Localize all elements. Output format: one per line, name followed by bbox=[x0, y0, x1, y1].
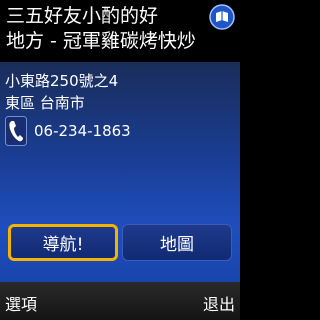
phone-number[interactable]: 06-234-1863 bbox=[34, 122, 131, 140]
address-city: 東區 台南市 bbox=[5, 94, 85, 112]
navigate-button[interactable]: 導航! bbox=[8, 224, 118, 261]
phone-row[interactable]: 06-234-1863 bbox=[5, 116, 185, 148]
compass-globe-icon[interactable] bbox=[209, 4, 235, 30]
poi-details-panel: 小東路250號之4 東區 台南市 06-234-1863 導航! 地圖 bbox=[0, 62, 240, 282]
options-softkey[interactable]: 選項 bbox=[5, 291, 37, 315]
address-street: 小東路250號之4 bbox=[5, 72, 119, 90]
softkey-bar: 選項 退出 bbox=[0, 282, 240, 320]
exit-softkey[interactable]: 退出 bbox=[203, 291, 235, 315]
map-button-label: 地圖 bbox=[160, 235, 194, 255]
navigate-button-label: 導航! bbox=[42, 235, 84, 255]
title-bar: 三五好友小酌的好 地方 - 冠軍雞碳烤快炒 bbox=[0, 0, 240, 62]
map-button[interactable]: 地圖 bbox=[122, 224, 232, 261]
poi-title-line-1: 三五好友小酌的好 bbox=[6, 5, 159, 27]
poi-title-line-2: 地方 - 冠軍雞碳烤快炒 bbox=[6, 30, 196, 52]
phone-handset-icon[interactable] bbox=[5, 116, 27, 146]
